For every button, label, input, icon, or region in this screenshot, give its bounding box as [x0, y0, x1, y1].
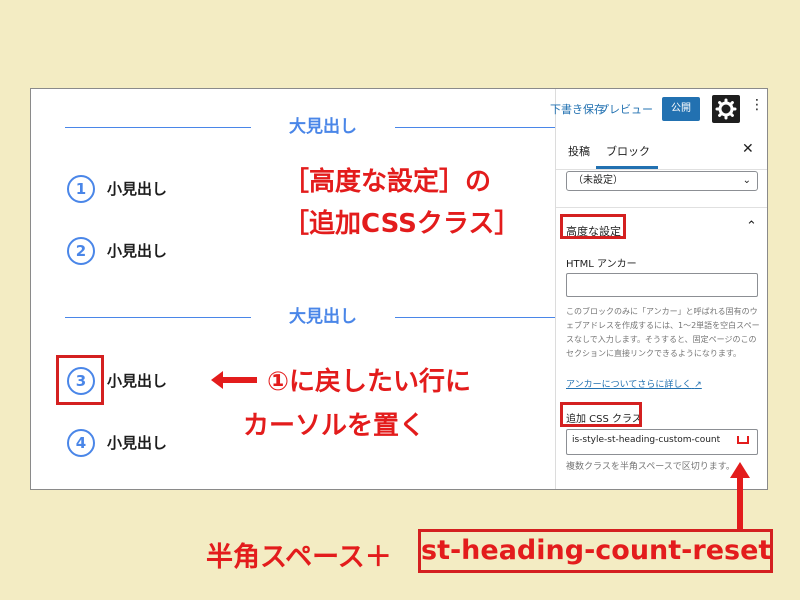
- small-heading-text: 小見出し: [107, 372, 168, 390]
- editor-canvas: 大見出し 1 小見出し 2 小見出し 大見出し 3 小見出し 4 小見出し ［高…: [31, 89, 595, 489]
- html-anchor-input[interactable]: [566, 273, 758, 297]
- tab-block[interactable]: ブロック: [606, 143, 650, 159]
- external-link-icon: ↗: [694, 380, 702, 390]
- style-select[interactable]: （未設定） ⌄: [566, 171, 758, 191]
- large-heading-text: 大見出し: [289, 307, 357, 327]
- preview-button[interactable]: プレビュー: [598, 101, 653, 117]
- small-heading-text: 小見出し: [107, 242, 168, 260]
- settings-sidebar: 下書き保存 プレビュー 公開 ⋮ 投稿 ブロック ✕ （未設定） ⌄ 高度な設定…: [550, 89, 767, 489]
- html-anchor-help: このブロックのみに「アンカー」と呼ばれる固有のウェブアドレスを作成するには、1〜…: [566, 307, 760, 358]
- sidebar-tabs: 投稿 ブロック ✕: [556, 129, 767, 170]
- close-icon[interactable]: ✕: [742, 141, 754, 157]
- small-heading-text: 小見出し: [107, 434, 168, 452]
- large-heading-1[interactable]: 大見出し: [65, 115, 595, 139]
- arrow-up-icon: [730, 462, 750, 530]
- css-class-note: 複数クラスを半角スペースで区切ります。: [566, 462, 735, 472]
- editor-window: 大見出し 1 小見出し 2 小見出し 大見出し 3 小見出し 4 小見出し ［高…: [30, 88, 768, 490]
- save-draft-button[interactable]: 下書き保存: [550, 101, 605, 117]
- active-tab-indicator: [596, 166, 658, 169]
- anchor-learn-more-link[interactable]: アンカーについてさらに詳しく ↗: [566, 377, 702, 390]
- editor-topbar: 下書き保存 プレビュー 公開 ⋮: [550, 89, 767, 129]
- css-class-value: is-style-st-heading-custom-count: [572, 435, 721, 445]
- code-reset-class: st-heading-count-reset: [418, 529, 773, 573]
- settings-toggle-button[interactable]: [712, 95, 740, 123]
- number-badge: 2: [67, 237, 95, 265]
- annotation-advanced-title-1: ［高度な設定］の: [283, 167, 492, 197]
- html-anchor-label: HTML アンカー: [566, 259, 637, 270]
- annotation-instruction-1: ①に戻したい行に: [267, 367, 472, 397]
- highlight-box-number-3: [56, 355, 104, 405]
- chevron-up-icon[interactable]: ⌃: [746, 219, 757, 234]
- annotation-instruction-2: カーソルを置く: [243, 411, 426, 441]
- section-divider: [556, 207, 767, 208]
- gear-icon: [715, 98, 737, 120]
- small-heading-text: 小見出し: [107, 180, 168, 198]
- large-heading-text: 大見出し: [289, 117, 357, 137]
- tab-post[interactable]: 投稿: [568, 143, 590, 159]
- text-caret-marker: [737, 436, 749, 444]
- anchor-learn-more-text: アンカーについてさらに詳しく: [566, 380, 692, 390]
- annotation-advanced-title-2: ［追加CSSクラス］: [283, 209, 521, 239]
- heading-rule-left: [65, 317, 251, 318]
- chevron-down-icon: ⌄: [742, 175, 751, 186]
- more-vertical-icon[interactable]: ⋮: [750, 97, 764, 113]
- large-heading-2[interactable]: 大見出し: [65, 305, 595, 329]
- instruction-bottom-text: 半角スペース＋: [206, 542, 392, 573]
- select-value: （未設定）: [573, 175, 623, 186]
- highlight-box-css-label: [560, 402, 642, 427]
- css-class-input[interactable]: is-style-st-heading-custom-count: [566, 429, 758, 455]
- heading-rule-left: [65, 127, 251, 128]
- number-badge: 4: [67, 429, 95, 457]
- publish-button[interactable]: 公開: [662, 97, 700, 121]
- arrow-left-icon: [211, 371, 257, 389]
- highlight-box-advanced: [560, 214, 626, 239]
- number-badge: 1: [67, 175, 95, 203]
